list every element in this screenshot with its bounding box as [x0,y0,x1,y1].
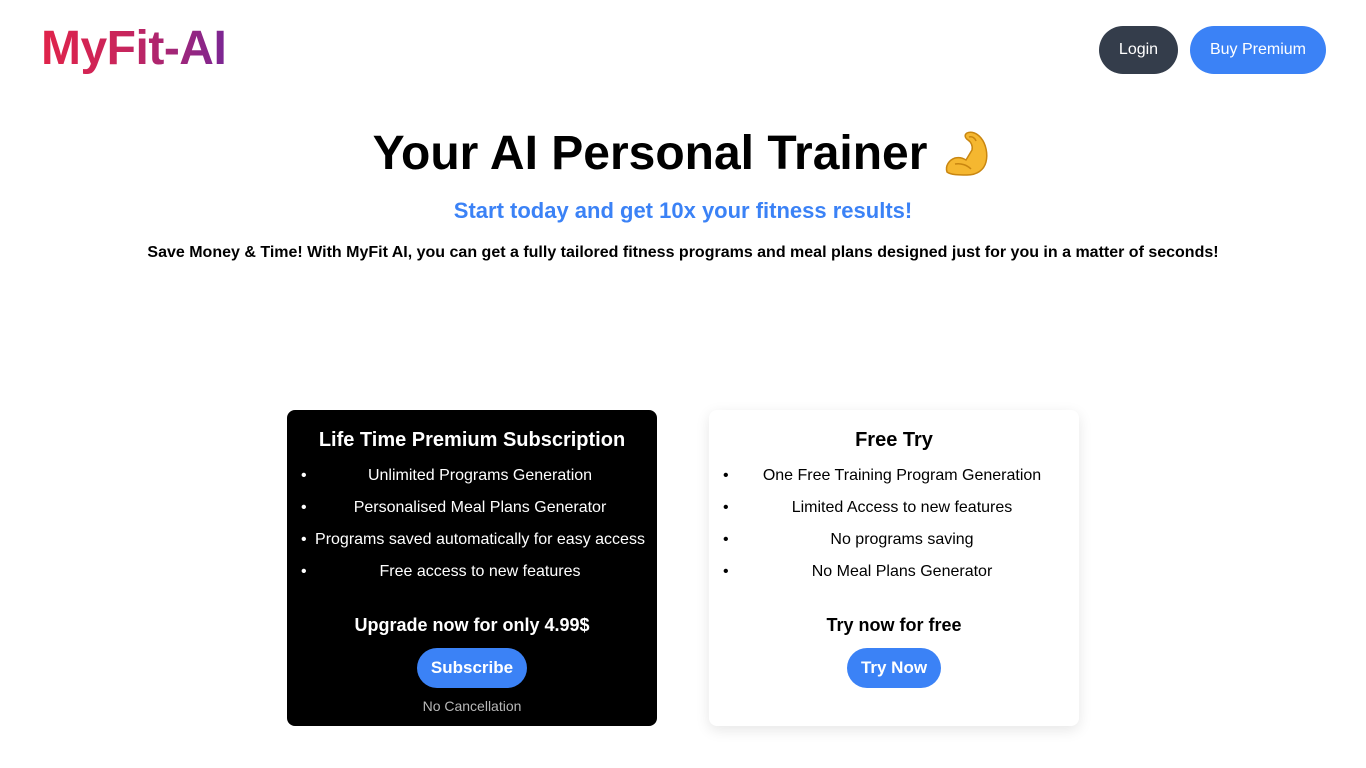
hero-section: Your AI Personal Trainer Start today and… [0,124,1366,264]
free-feature-list: • One Free Training Program Generation • L… [709,460,1079,588]
list-item: • Personalised Meal Plans Generator [287,492,657,524]
bullet-icon: • [301,499,307,516]
free-cta-text: Try now for free [826,615,962,635]
list-item: • Limited Access to new features [709,492,1079,524]
bullet-icon: • [723,531,729,548]
no-cancellation-note: No Cancellation [422,698,522,714]
free-plan-card: Free Try • One Free Training Program Gene… [709,410,1079,726]
subscribe-button[interactable]: Subscribe [417,648,527,688]
free-plan-title: Free Try [855,429,933,451]
bullet-icon: • [723,499,729,516]
feature-label: No Meal Plans Generator [811,563,993,580]
list-item: • Free access to new features [287,556,657,588]
list-item: • Unlimited Programs Generation [287,460,657,492]
hero-title-text: Your AI Personal Trainer [372,127,928,180]
feature-label: One Free Training Program Generation [762,467,1042,484]
bullet-icon: • [301,531,307,548]
bullet-icon: • [301,563,307,580]
logo[interactable]: MyFit-AI [41,22,227,76]
list-item: • One Free Training Program Generation [709,460,1079,492]
flexed-biceps-icon [946,131,988,176]
feature-label: Free access to new features [379,563,581,580]
feature-label: Programs saved automatically for easy ac… [315,531,645,548]
list-item: • No Meal Plans Generator [709,556,1079,588]
list-item: • No programs saving [709,524,1079,556]
feature-label: Unlimited Programs Generation [367,467,593,484]
try-now-button[interactable]: Try Now [847,648,941,688]
bullet-icon: • [723,467,729,484]
login-button[interactable]: Login [1099,26,1178,74]
hero-title: Your AI Personal Trainer [373,124,994,184]
feature-label: No programs saving [830,531,974,548]
feature-label: Personalised Meal Plans Generator [353,499,607,516]
premium-plan-card: Life Time Premium Subscription • Unlimite… [287,410,657,726]
hero-description: Save Money & Time! With MyFit AI, you ca… [147,244,1219,261]
buy-premium-button[interactable]: Buy Premium [1190,26,1326,74]
premium-cta-text: Upgrade now for only 4.99$ [354,615,590,635]
premium-plan-title: Life Time Premium Subscription [318,429,626,451]
list-item: • Programs saved automatically for easy a… [287,524,657,556]
premium-feature-list: • Unlimited Programs Generation • Personal… [287,460,657,588]
top-header: MyFit-AI Login Buy Premium [0,0,1366,100]
feature-label: Limited Access to new features [791,499,1013,516]
header-actions: Login Buy Premium [1099,26,1326,74]
bullet-icon: • [723,563,729,580]
bullet-icon: • [301,467,307,484]
hero-subtitle: Start today and get 10x your fitness res… [453,198,913,223]
